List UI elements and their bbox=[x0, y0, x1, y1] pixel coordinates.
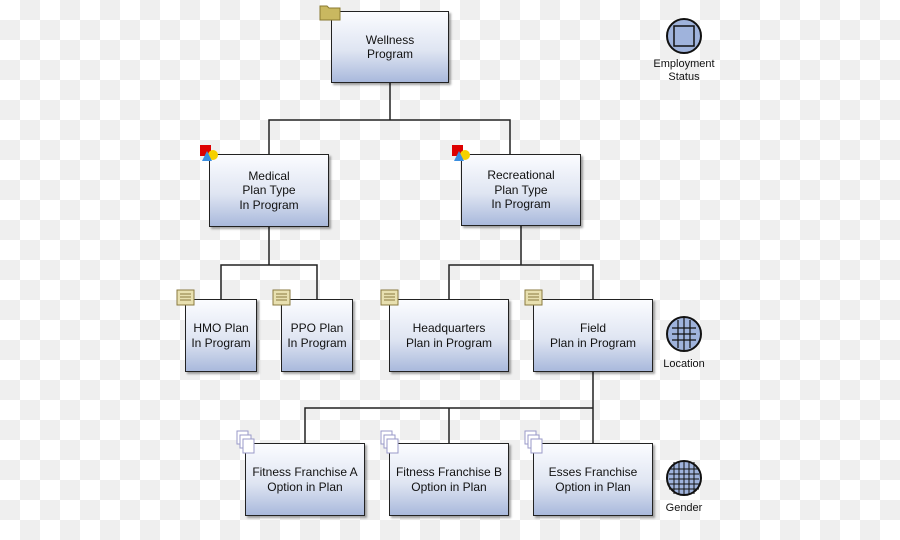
node-ppo-plan[interactable]: PPO Plan In Program bbox=[281, 299, 353, 372]
node-field-plan[interactable]: Field Plan in Program bbox=[533, 299, 653, 372]
diagram-canvas: Wellness Program Medical Plan Type In Pr… bbox=[0, 0, 900, 540]
scroll-icon bbox=[176, 289, 195, 306]
gender-icon bbox=[666, 460, 702, 496]
documents-icon bbox=[236, 430, 255, 454]
folder-icon bbox=[319, 5, 341, 21]
node-medical-plan-type[interactable]: Medical Plan Type In Program bbox=[209, 154, 329, 227]
node-headquarters-plan[interactable]: Headquarters Plan in Program bbox=[389, 299, 509, 372]
node-hmo-plan[interactable]: HMO Plan In Program bbox=[185, 299, 257, 372]
node-esses-franchise[interactable]: Esses Franchise Option in Plan bbox=[533, 443, 653, 516]
node-recreational-plan-type[interactable]: Recreational Plan Type In Program bbox=[461, 154, 581, 226]
gender-label: Gender bbox=[665, 502, 703, 514]
connector-medical bbox=[220, 227, 318, 299]
employment-status-icon bbox=[666, 18, 702, 54]
node-wellness-program[interactable]: Wellness Program bbox=[331, 11, 449, 83]
connector-wellness bbox=[268, 83, 511, 154]
scroll-icon bbox=[380, 289, 399, 306]
location-label: Location bbox=[663, 358, 705, 370]
shapes-icon bbox=[452, 145, 470, 161]
connector-recreational bbox=[448, 226, 594, 299]
shapes-icon bbox=[200, 145, 218, 161]
scroll-icon bbox=[272, 289, 291, 306]
documents-icon bbox=[524, 430, 543, 454]
scroll-icon bbox=[524, 289, 543, 306]
connector-field bbox=[304, 372, 594, 443]
node-fitness-franchise-a[interactable]: Fitness Franchise A Option in Plan bbox=[245, 443, 365, 516]
node-fitness-franchise-b[interactable]: Fitness Franchise B Option in Plan bbox=[389, 443, 509, 516]
location-icon bbox=[666, 316, 702, 352]
employment-status-label: Employment Status bbox=[653, 58, 715, 83]
documents-icon bbox=[380, 430, 399, 454]
